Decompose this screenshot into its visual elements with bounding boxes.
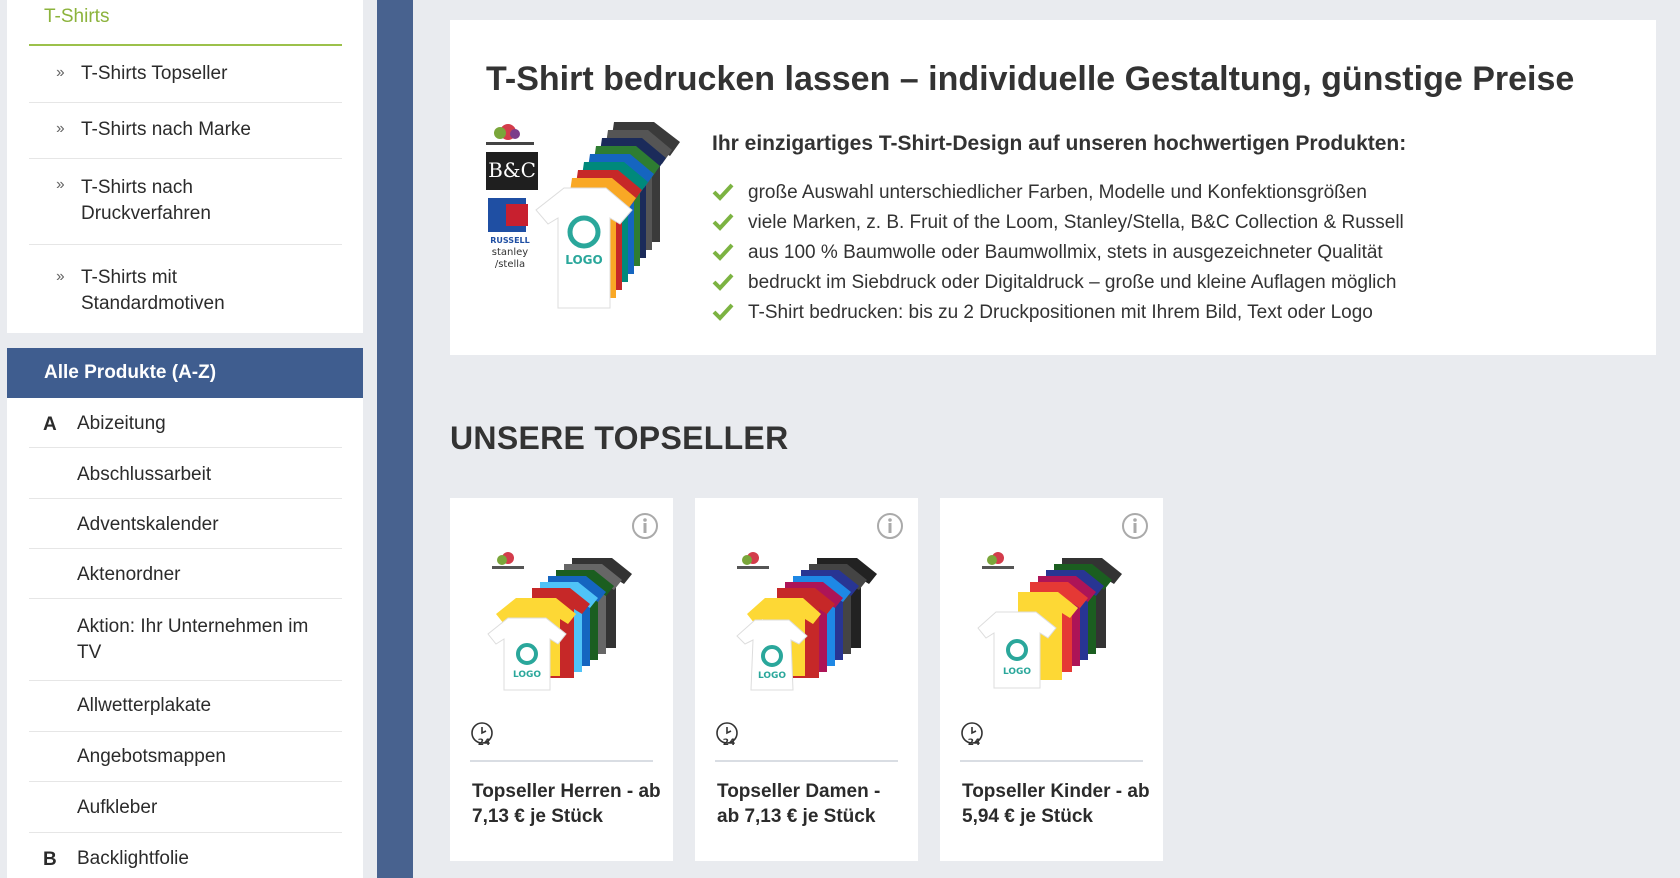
feature-item: große Auswahl unterschiedlicher Farben, … [712,180,1404,210]
feature-item: bedruckt im Siebdruck oder Digitaldruck … [712,270,1404,300]
feature-text: T-Shirt bedrucken: bis zu 2 Druckpositio… [748,302,1373,323]
info-icon[interactable] [631,512,659,540]
check-icon [712,213,734,231]
check-icon [712,273,734,291]
az-item-label: Abschlussarbeit [77,464,212,485]
intro-subtitle: Ihr einzigartiges T-Shirt-Design auf uns… [712,132,1407,155]
az-item-label: Aufkleber [77,797,158,818]
card-divider [470,760,653,762]
sidebar-blue-strip [377,0,413,878]
az-item-aktion-tv[interactable]: Aktion: Ihr Unternehmen im TV [29,599,342,681]
sidebar-item-tshirts-marke[interactable]: ›› T-Shirts nach Marke [29,103,342,159]
chevron-right-icon: ›› [56,176,65,193]
az-item-label: Aktion: Ihr Unternehmen im TV [77,616,309,663]
chevron-right-icon: ›› [56,64,65,81]
chevron-right-icon: ›› [56,120,65,137]
svg-text:LOGO: LOGO [758,671,786,681]
svg-text:RUSSELL: RUSSELL [490,236,529,245]
az-item-label: Adventskalender [77,514,219,535]
info-icon[interactable] [876,512,904,540]
az-item-aufkleber[interactable]: Aufkleber [29,782,342,833]
az-item-abschlussarbeit[interactable]: Abschlussarbeit [29,448,342,499]
sidebar-item-label: T-Shirts nach Marke [81,119,251,140]
sidebar-item-tshirts-topseller[interactable]: ›› T-Shirts Topseller [29,46,342,103]
az-item-label: Abizeitung [77,413,166,434]
az-letter: B [43,849,57,870]
product-image[interactable]: LOGO [717,548,897,698]
feature-item: T-Shirt bedrucken: bis zu 2 Druckpositio… [712,300,1404,330]
info-icon[interactable] [1121,512,1149,540]
az-item-angebotsmappen[interactable]: Angebotsmappen [29,732,342,782]
intro-box: T-Shirt bedrucken lassen – individuelle … [450,20,1656,355]
feature-text: aus 100 % Baumwolle oder Baumwollmix, st… [748,242,1383,263]
clock-24h-icon: 24 [471,722,493,748]
az-item-adventskalender[interactable]: Adventskalender [29,499,342,549]
product-card-damen[interactable]: LOGO 24 Topseller Damen - ab 7,13 € je S… [695,498,918,861]
az-item-abizeitung[interactable]: A Abizeitung [29,398,342,448]
az-item-label: Backlightfolie [77,848,189,869]
feature-list: große Auswahl unterschiedlicher Farben, … [712,180,1404,330]
svg-text:B&C: B&C [488,158,536,182]
clock-24h-icon: 24 [961,722,983,748]
product-card-herren[interactable]: LOGO 24 Topseller Herren - ab 7,13 € je … [450,498,673,861]
svg-text:24: 24 [478,738,491,748]
product-card-title[interactable]: Topseller Damen - ab 7,13 € je Stück [717,779,907,829]
product-card-kinder[interactable]: LOGO 24 Topseller Kinder - ab 5,94 € je … [940,498,1163,861]
check-icon [712,303,734,321]
product-card-title[interactable]: Topseller Herren - ab 7,13 € je Stück [472,779,662,829]
svg-text:24: 24 [723,738,736,748]
sidebar-submenu: T-Shirts ›› T-Shirts Topseller ›› T-Shir… [7,0,363,333]
sidebar-item-label: T-Shirts nach Druckverfahren [81,177,211,224]
chevron-right-icon: ›› [56,268,65,285]
svg-text:LOGO: LOGO [513,670,541,680]
svg-text:24: 24 [968,738,981,748]
az-product-list: A Abizeitung Abschlussarbeit Adventskale… [7,398,363,878]
feature-item: aus 100 % Baumwolle oder Baumwollmix, st… [712,240,1404,270]
clock-24h-icon: 24 [716,722,738,748]
all-products-header[interactable]: Alle Produkte (A-Z) [7,348,363,398]
svg-text:stanley: stanley [492,247,529,258]
tshirt-stack-image: B&C RUSSELL stanley /stella LOGO [486,122,680,309]
product-card-title[interactable]: Topseller Kinder - ab 5,94 € je Stück [962,779,1152,829]
az-item-label: Angebotsmappen [77,746,226,767]
check-icon [712,243,734,261]
page-title: T-Shirt bedrucken lassen – individuelle … [486,60,1575,98]
feature-text: viele Marken, z. B. Fruit of the Loom, S… [748,212,1404,233]
feature-item: viele Marken, z. B. Fruit of the Loom, S… [712,210,1404,240]
feature-text: große Auswahl unterschiedlicher Farben, … [748,182,1367,203]
feature-text: bedruckt im Siebdruck oder Digitaldruck … [748,272,1397,293]
check-icon [712,183,734,201]
az-item-label: Allwetterplakate [77,695,212,716]
card-divider [715,760,898,762]
svg-text:/stella: /stella [495,259,525,270]
az-item-aktenordner[interactable]: Aktenordner [29,549,342,599]
sidebar-item-tshirts-standardmotive[interactable]: ›› T-Shirts mit Standardmotiven [29,245,342,331]
card-divider [960,760,1143,762]
sidebar-category-title[interactable]: T-Shirts [44,6,109,28]
sidebar-item-tshirts-druckverfahren[interactable]: ›› T-Shirts nach Druckverfahren [29,159,342,245]
sidebar-item-label: T-Shirts mit Standardmotiven [81,267,225,314]
az-letter: A [43,414,57,435]
topseller-heading: UNSERE TOPSELLER [450,420,789,456]
product-image[interactable]: LOGO [472,548,652,698]
az-item-backlightfolie[interactable]: B Backlightfolie [29,833,342,878]
az-item-allwetterplakate[interactable]: Allwetterplakate [29,681,342,732]
sidebar-item-label: T-Shirts Topseller [81,63,228,84]
svg-text:LOGO: LOGO [565,253,602,267]
az-item-label: Aktenordner [77,564,181,585]
product-image[interactable]: LOGO [962,548,1142,698]
svg-text:LOGO: LOGO [1003,667,1031,677]
all-products-header-label: Alle Produkte (A-Z) [44,362,217,383]
